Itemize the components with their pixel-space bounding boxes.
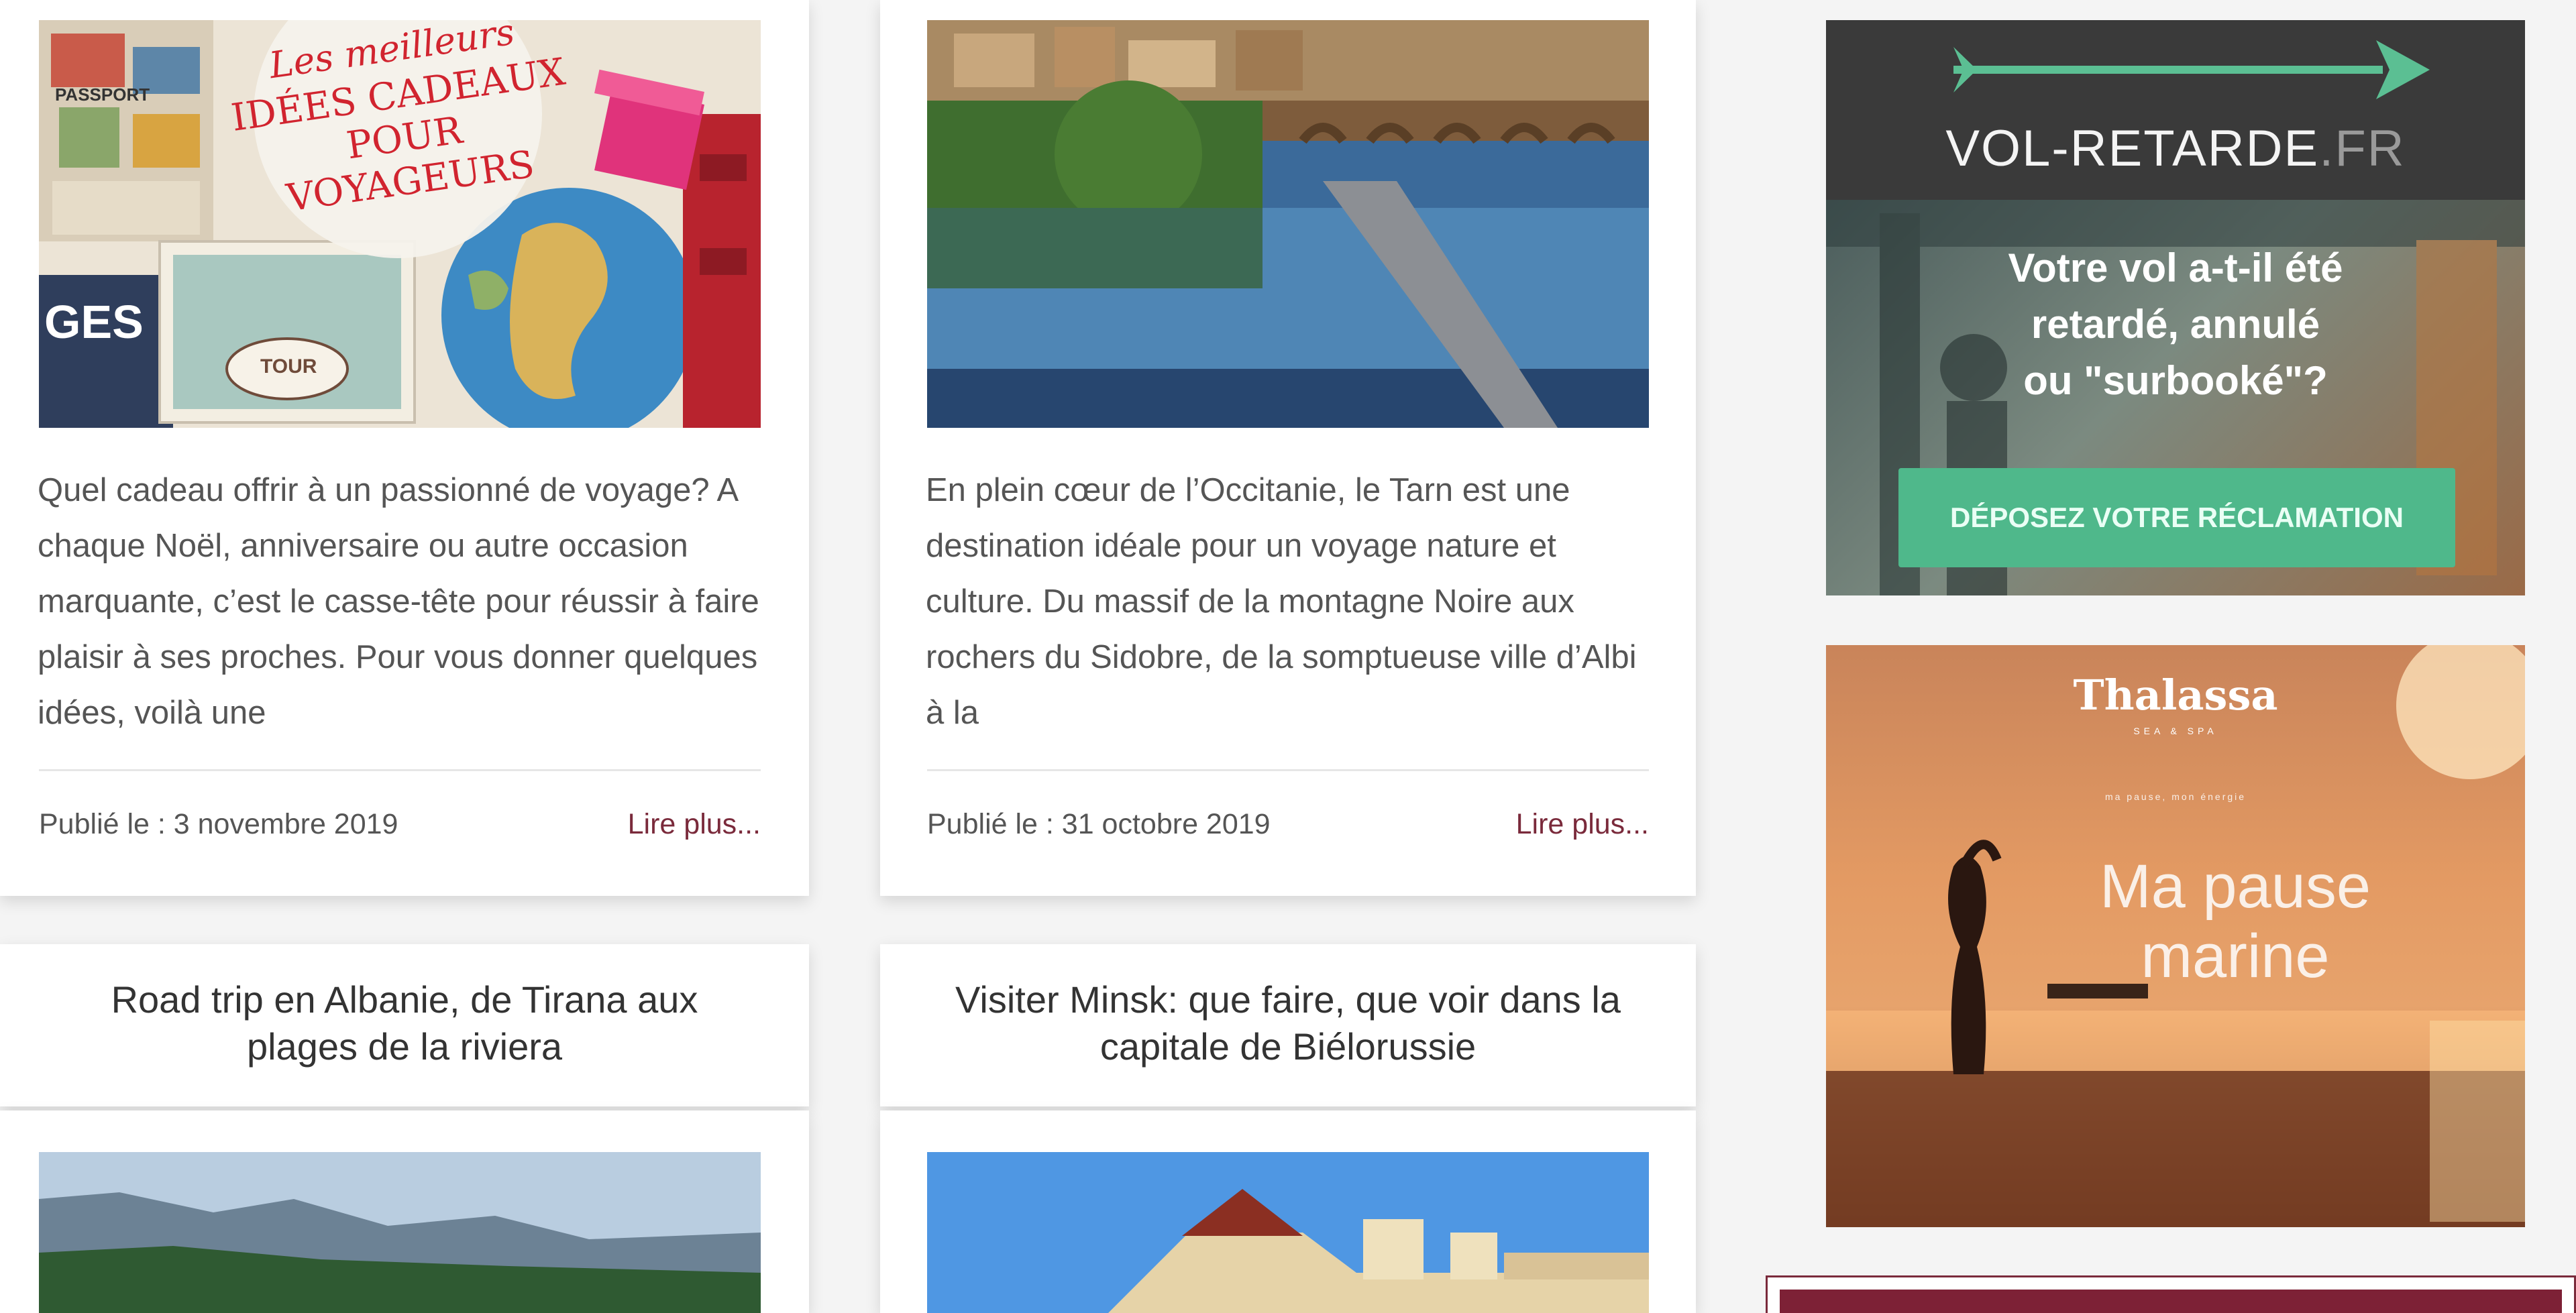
read-more-link[interactable]: Lire plus... xyxy=(559,808,761,841)
ad-tagline: ma pause, mon énergie xyxy=(2104,791,2247,802)
sidebar-widget xyxy=(1766,1275,2576,1313)
post-card-minsk[interactable] xyxy=(880,1110,1696,1313)
gift-image-passport-label: PASSPORT xyxy=(55,84,150,105)
ad-thalassa[interactable]: Thalassa SEA & SPA ma pause, mon énergie… xyxy=(1826,645,2525,1227)
post-date: Publié le : 3 novembre 2019 xyxy=(39,808,398,840)
gift-image-tour-label: TOUR xyxy=(260,355,317,378)
post-image-gift[interactable]: Les meilleurs IDÉES CADEAUX POUR VOYAGEU… xyxy=(39,20,761,428)
post-date: Publié le : 31 octobre 2019 xyxy=(927,808,1271,840)
post-card-minsk-header[interactable]: Visiter Minsk: que faire, que voir dans … xyxy=(880,944,1696,1106)
post-card-albania-header[interactable]: Road trip en Albanie, de Tirana aux plag… xyxy=(0,944,809,1106)
plane-arrow-icon xyxy=(1953,40,2430,99)
ad-photo: Votre vol a-t-il été retardé, annulé ou … xyxy=(1826,200,2525,595)
post-title[interactable]: Road trip en Albanie, de Tirana aux plag… xyxy=(54,976,755,1070)
card-divider xyxy=(39,769,761,771)
ad-brand: Thalassa xyxy=(2073,671,2278,720)
post-card-gift[interactable]: Les meilleurs IDÉES CADEAUX POUR VOYAGEU… xyxy=(0,0,809,896)
post-image-albania[interactable] xyxy=(39,1152,761,1313)
ad-headline: Ma pause marine xyxy=(2099,852,2371,990)
post-excerpt: En plein cœur de l’Occitanie, le Tarn es… xyxy=(926,472,1637,731)
post-card-albania[interactable] xyxy=(0,1110,809,1313)
read-more-link[interactable]: Lire plus... xyxy=(1448,808,1649,841)
ad-headline: Votre vol a-t-il été retardé, annulé ou … xyxy=(2008,245,2343,403)
card-divider xyxy=(927,769,1649,771)
ad-cta-button[interactable]: DÉPOSEZ VOTRE RÉCLAMATION xyxy=(1898,468,2455,567)
post-image-tarn[interactable] xyxy=(927,20,1649,428)
ad-brand: VOL-RETARDE.FR xyxy=(1945,120,2406,177)
ad-brand-sub: SEA & SPA xyxy=(2133,726,2218,736)
gift-image-map-label: GES xyxy=(44,296,144,348)
sidebar-widget-header xyxy=(1780,1290,2562,1313)
post-excerpt: Quel cadeau offrir à un passionné de voy… xyxy=(38,472,759,731)
post-card-tarn[interactable]: En plein cœur de l’Occitanie, le Tarn es… xyxy=(880,0,1696,896)
ad-vol-retarde[interactable]: VOL-RETARDE.FR Votre vol a-t-il été reta… xyxy=(1826,20,2525,595)
post-image-minsk[interactable] xyxy=(927,1152,1649,1313)
ad-brand-bar: VOL-RETARDE.FR xyxy=(1826,20,2525,200)
post-title[interactable]: Visiter Minsk: que faire, que voir dans … xyxy=(927,976,1649,1070)
